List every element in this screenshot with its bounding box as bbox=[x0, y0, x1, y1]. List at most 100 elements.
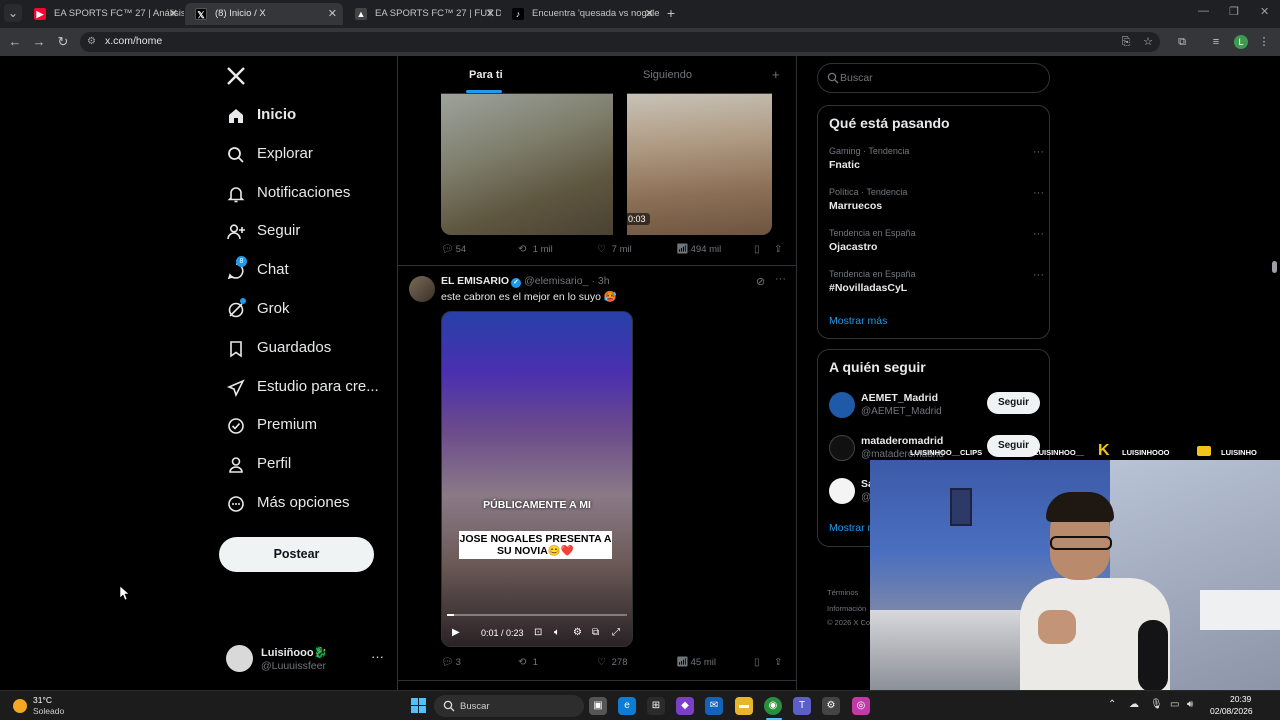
restore-icon[interactable]: ❐ bbox=[1229, 5, 1239, 18]
fullscreen-icon[interactable]: ⤢ bbox=[612, 627, 620, 638]
footer-link[interactable]: Términos bbox=[827, 588, 858, 597]
nav-item-explorar[interactable]: Explorar bbox=[226, 141, 396, 169]
avatar[interactable] bbox=[409, 276, 435, 302]
reply-button[interactable]: 💬︎ 3 bbox=[441, 657, 461, 668]
more-icon[interactable]: ··· bbox=[775, 273, 786, 285]
nav-item-estudio[interactable]: Estudio para cre... bbox=[226, 374, 396, 402]
add-feed-icon[interactable]: + bbox=[772, 67, 780, 82]
close-tab-icon[interactable]: ✕ bbox=[486, 3, 495, 25]
settings-icon[interactable]: ⚙ bbox=[573, 627, 582, 638]
tweet-time[interactable]: · 3h bbox=[591, 275, 609, 287]
post-button[interactable]: Postear bbox=[219, 537, 374, 572]
taskbar-search[interactable]: Buscar bbox=[434, 695, 584, 717]
more-icon[interactable]: ··· bbox=[371, 649, 384, 664]
repost-button[interactable]: ⟲ 1 mil bbox=[518, 244, 553, 255]
nav-item-seguir[interactable]: Seguir bbox=[226, 218, 396, 246]
more-icon[interactable]: ··· bbox=[1033, 187, 1044, 199]
nav-item-perfil[interactable]: Perfil bbox=[226, 451, 396, 479]
clock-date[interactable]: 02/08/2026 bbox=[1210, 706, 1253, 716]
site-info-icon[interactable]: ⚙ bbox=[87, 36, 99, 48]
store-icon[interactable]: ⊞ bbox=[647, 697, 665, 715]
close-tab-icon[interactable]: ✕ bbox=[328, 3, 337, 25]
views-button[interactable]: 📶︎ 494 mil bbox=[676, 244, 721, 255]
menu-icon[interactable]: ⋮ bbox=[1256, 34, 1272, 50]
like-button[interactable]: ♡ 7 mil bbox=[597, 244, 632, 255]
clock-time[interactable]: 20:39 bbox=[1230, 694, 1251, 704]
bookmark-star-icon[interactable]: ☆ bbox=[1140, 34, 1156, 50]
nav-item-mas-opciones[interactable]: Más opciones bbox=[226, 490, 396, 518]
tab-para-ti[interactable]: Para ti bbox=[469, 69, 503, 81]
pip-icon[interactable]: ⧉ bbox=[592, 627, 599, 638]
trend-item[interactable]: Política · Tendencia Marruecos ··· bbox=[829, 187, 1044, 212]
minimize-icon[interactable]: — bbox=[1198, 5, 1209, 17]
x-logo-icon[interactable] bbox=[226, 66, 248, 88]
close-tab-icon[interactable]: ✕ bbox=[169, 3, 178, 25]
captions-icon[interactable]: ⊡ bbox=[534, 627, 542, 638]
reload-icon[interactable]: ↻ bbox=[55, 34, 71, 50]
tweet-author[interactable]: EL EMISARIO ✓ @elemisario_ · 3h bbox=[441, 275, 610, 288]
trend-item[interactable]: Gaming · Tendencia Fnatic ··· bbox=[829, 146, 1044, 171]
tweet-image-1[interactable] bbox=[441, 93, 613, 235]
omnibox[interactable]: ⚙ x.com/home bbox=[80, 32, 1160, 52]
edge-icon[interactable]: e bbox=[618, 697, 636, 715]
close-tab-icon[interactable]: ✕ bbox=[645, 3, 654, 25]
stream-app-icon[interactable]: ◎ bbox=[852, 697, 870, 715]
weather-temp[interactable]: 31°C bbox=[33, 695, 52, 705]
browser-tab-1[interactable]: ▶ EA SPORTS FC™ 27 | Análisis de ✕ bbox=[24, 3, 184, 25]
tweet-video-2[interactable]: PÚBLICAMENTE A MI JOSE NOGALES PRESENTA … bbox=[441, 311, 633, 647]
weather-desc[interactable]: Soleado bbox=[33, 706, 64, 716]
follow-button[interactable]: Seguir bbox=[987, 392, 1040, 414]
close-window-icon[interactable]: ✕ bbox=[1260, 5, 1269, 18]
author-handle[interactable]: @elemisario_ bbox=[524, 275, 588, 287]
share-button[interactable]: ⇪ bbox=[774, 657, 786, 668]
file-explorer-icon[interactable]: ▬ bbox=[735, 697, 753, 715]
tab-search-button[interactable]: ⌄ bbox=[4, 4, 22, 22]
more-icon[interactable]: ··· bbox=[1033, 269, 1044, 281]
task-view-icon[interactable]: ▣ bbox=[589, 697, 607, 715]
reply-button[interactable]: 💬︎ 54 bbox=[441, 244, 466, 255]
bookmark-button[interactable]: ▯ bbox=[754, 244, 766, 255]
grok-explain-icon[interactable]: ⊘ bbox=[756, 275, 765, 288]
new-tab-button[interactable]: + bbox=[663, 5, 679, 21]
bookmark-button[interactable]: ▯ bbox=[754, 657, 766, 668]
start-button[interactable] bbox=[411, 698, 427, 714]
nav-item-inicio[interactable]: Inicio bbox=[226, 102, 396, 130]
forward-icon[interactable]: → bbox=[31, 34, 47, 50]
nav-item-notificaciones[interactable]: Notificaciones bbox=[226, 180, 396, 208]
tab-siguiendo[interactable]: Siguiendo bbox=[643, 69, 692, 81]
browser-tab-3[interactable]: ▲ EA SPORTS FC™ 27 | FUT Deep ✕ bbox=[345, 3, 501, 25]
nav-item-grok[interactable]: Grok bbox=[226, 296, 396, 324]
search-input[interactable]: Buscar bbox=[817, 63, 1050, 93]
network-icon[interactable]: ▭ bbox=[1170, 699, 1179, 710]
visual-studio-icon[interactable]: ◆ bbox=[676, 697, 694, 715]
show-more-link[interactable]: Mostrar más bbox=[829, 315, 887, 327]
play-icon[interactable]: ▶ bbox=[452, 627, 460, 638]
teams-icon[interactable]: T bbox=[793, 697, 811, 715]
mail-icon[interactable]: ✉ bbox=[705, 697, 723, 715]
reading-list-icon[interactable]: ≡ bbox=[1208, 34, 1224, 50]
volume-icon[interactable]: 🔊︎ bbox=[1187, 699, 1193, 710]
weather-sun-icon[interactable] bbox=[13, 699, 27, 713]
views-button[interactable]: 📶︎ 45 mil bbox=[676, 657, 716, 668]
suggestion-name[interactable]: AEMET_Madrid bbox=[861, 392, 938, 404]
cloud-icon[interactable]: ☁ bbox=[1129, 699, 1139, 710]
nav-item-chat[interactable]: 8 Chat bbox=[226, 256, 396, 285]
extensions-icon[interactable]: ⧉ bbox=[1174, 34, 1190, 50]
repost-button[interactable]: ⟲ 1 bbox=[518, 657, 538, 668]
volume-icon[interactable]: 🔈︎ bbox=[554, 627, 560, 638]
mic-icon[interactable]: 🎙︎ bbox=[1150, 699, 1163, 710]
share-button[interactable]: ⇪ bbox=[774, 244, 786, 255]
settings-app-icon[interactable]: ⚙ bbox=[822, 697, 840, 715]
trend-item[interactable]: Tendencia en España Ojacastro ··· bbox=[829, 228, 1044, 253]
video-progress-bar[interactable] bbox=[447, 614, 627, 616]
install-app-icon[interactable]: ⎘ bbox=[1118, 34, 1134, 50]
url-text[interactable]: x.com/home bbox=[105, 35, 162, 47]
trend-item[interactable]: Tendencia en España #NovilladasCyL ··· bbox=[829, 269, 1044, 294]
nav-item-guardados[interactable]: Guardados bbox=[226, 335, 396, 363]
browser-tab-2[interactable]: 𝕏 (8) Inicio / X ✕ bbox=[185, 3, 343, 25]
follow-suggestion[interactable]: AEMET_Madrid @AEMET_Madrid Seguir bbox=[829, 390, 1041, 418]
chrome-icon[interactable]: ◉ bbox=[764, 697, 782, 715]
footer-link[interactable]: Información bbox=[827, 604, 866, 613]
back-icon[interactable]: ← bbox=[7, 34, 23, 50]
tray-overflow-icon[interactable]: ⌃ bbox=[1108, 699, 1116, 710]
